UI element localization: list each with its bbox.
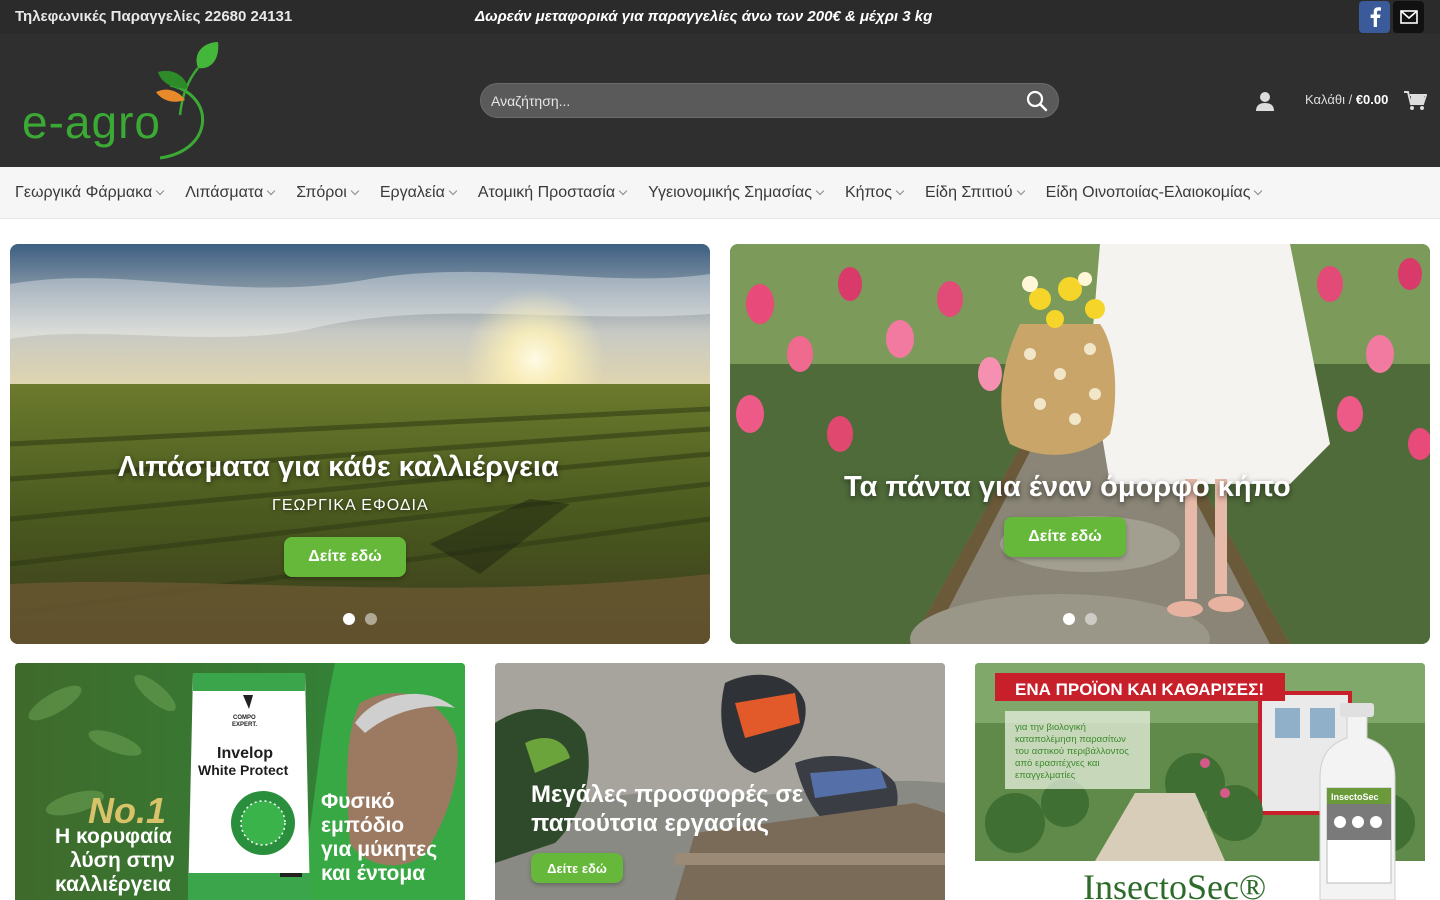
nav-item-tools[interactable]: Εργαλεία [380,184,458,202]
svg-text:παπούτσια εργασίας: παπούτσια εργασίας [531,810,769,837]
banner-insectosec[interactable]: ΕΝΑ ΠΡΟΪΟΝ ΚΑΙ ΚΑΘΑΡΙΣΕΣ! για την βιολογ… [975,663,1425,900]
svg-text:επαγγελματίες: επαγγελματίες [1015,770,1076,781]
svg-text:εμπόδιο: εμπόδιο [321,814,404,837]
facebook-icon[interactable] [1359,1,1390,33]
free-shipping-promo: Δωρεάν μεταφορικά για παραγγελίες άνω τω… [475,8,933,25]
phone-orders: Τηλεφωνικές Παραγγελίες 22680 24131 [15,8,293,25]
nav-item-pesticides[interactable]: Γεωργικά Φάρμακα [15,184,165,202]
hero-slider-garden[interactable]: Τα πάντα για έναν όμορφο κήπο Δείτε εδώ [730,244,1430,644]
logo-text: e-agro [22,96,161,148]
chevron-down-icon [266,186,276,196]
e-agro-logo[interactable]: e-agro [20,40,220,162]
svg-text:από ερασιτέχνες και: από ερασιτέχνες και [1015,758,1100,769]
invelop-promo-image: COMPO EXPERT. Invelop White Protect No.1… [15,663,465,900]
cart-link[interactable]: Καλάθι / €0.00 [1305,92,1388,107]
hero-cta-button[interactable]: Δείτε εδώ [284,537,406,577]
svg-text:Μεγάλες προσφορές σε: Μεγάλες προσφορές σε [531,781,803,808]
chevron-down-icon [815,186,825,196]
svg-text:White Protect: White Protect [198,762,289,778]
svg-text:InsectoSec®: InsectoSec® [1083,867,1266,900]
svg-text:Φυσικό: Φυσικό [321,790,395,813]
nav-item-winery-olive[interactable]: Είδη Οινοποιίας-Ελαιοκομίας [1046,184,1263,202]
hero-title: Τα πάντα για έναν όμορφο κήπο [844,471,1291,503]
hero-subtitle: ΓΕΩΡΓΙΚΑ ΕΦΟΔΙΑ [272,497,429,514]
search-bar [480,83,1059,118]
slide-dot-2[interactable] [365,613,377,625]
chevron-down-icon [618,186,628,196]
chevron-down-icon [895,186,905,196]
svg-text:Invelop: Invelop [217,745,273,762]
insectosec-promo-image: ΕΝΑ ΠΡΟΪΟΝ ΚΑΙ ΚΑΘΑΡΙΣΕΣ! για την βιολογ… [975,663,1425,900]
main-navigation: Γεωργικά Φάρμακα Λιπάσματα Σπόροι Εργαλε… [0,167,1440,219]
cart-icon[interactable] [1403,90,1427,112]
svg-text:για την βιολογική: για την βιολογική [1015,722,1086,733]
cart-label: Καλάθι / [1305,92,1353,107]
svg-text:καταπολέμηση παρασίτων: καταπολέμηση παρασίτων [1015,734,1126,745]
nav-item-fertilizers[interactable]: Λιπάσματα [185,184,276,202]
chevron-down-icon [1016,186,1025,196]
svg-text:για μύκητες: για μύκητες [321,838,437,861]
banner-cta-button[interactable]: Δείτε εδώ [531,853,623,883]
hero-slider-fertilizers[interactable]: Λιπάσματα για κάθε καλλιέργεια ΓΕΩΡΓΙΚΑ … [10,244,710,644]
slide-dot-1[interactable] [343,613,355,625]
garden-tulips-image [730,244,1430,644]
nav-item-personal-protection[interactable]: Ατομική Προστασία [478,184,628,202]
site-header: e-agro Καλάθι / €0.00 [0,34,1440,167]
svg-text:EXPERT.: EXPERT. [232,722,257,728]
cart-total: €0.00 [1355,92,1389,107]
svg-text:καλλιέργεια: καλλιέργεια [55,873,171,896]
slider-dots [343,613,377,625]
banner-invelop[interactable]: COMPO EXPERT. Invelop White Protect No.1… [15,663,465,900]
vineyard-sunset-image [10,244,710,644]
nav-item-home[interactable]: Είδη Σπιτιού [925,184,1025,202]
svg-text:Η κορυφαία: Η κορυφαία [55,825,172,848]
svg-text:InsectoSec: InsectoSec [1331,792,1379,802]
nav-item-garden[interactable]: Κήπος [845,184,905,202]
chevron-down-icon [1254,186,1263,196]
svg-text:λύση στην: λύση στην [70,849,175,872]
search-icon[interactable] [1026,90,1048,112]
slider-dots [1063,613,1097,625]
slide-dot-1[interactable] [1063,613,1075,625]
svg-text:ΕΝΑ ΠΡΟΪΟΝ ΚΑΙ ΚΑΘΑΡΙΣΕΣ!: ΕΝΑ ΠΡΟΪΟΝ ΚΑΙ ΚΑΘΑΡΙΣΕΣ! [1015,680,1264,699]
nav-item-seeds[interactable]: Σπόροι [296,184,360,202]
hero-title: Λιπάσματα για κάθε καλλιέργεια [118,451,559,483]
svg-text:του αστικού περιβάλλοντος: του αστικού περιβάλλοντος [1015,746,1129,757]
svg-text:και έντομα: και έντομα [321,862,425,885]
slide-dot-2[interactable] [1085,613,1097,625]
search-input[interactable] [491,84,1021,117]
banner-work-shoes[interactable]: Μεγάλες προσφορές σε παπούτσια εργασίας … [495,663,945,900]
hero-cta-button[interactable]: Δείτε εδώ [1004,517,1126,557]
top-bar: Τηλεφωνικές Παραγγελίες 22680 24131 Δωρε… [0,0,1440,34]
svg-text:COMPO: COMPO [233,715,256,721]
mail-icon[interactable] [1393,1,1424,33]
account-icon[interactable] [1254,90,1276,112]
chevron-down-icon [350,186,360,196]
chevron-down-icon [155,186,165,196]
nav-item-public-health[interactable]: Υγειονομικής Σημασίας [648,184,825,202]
chevron-down-icon [448,186,458,196]
